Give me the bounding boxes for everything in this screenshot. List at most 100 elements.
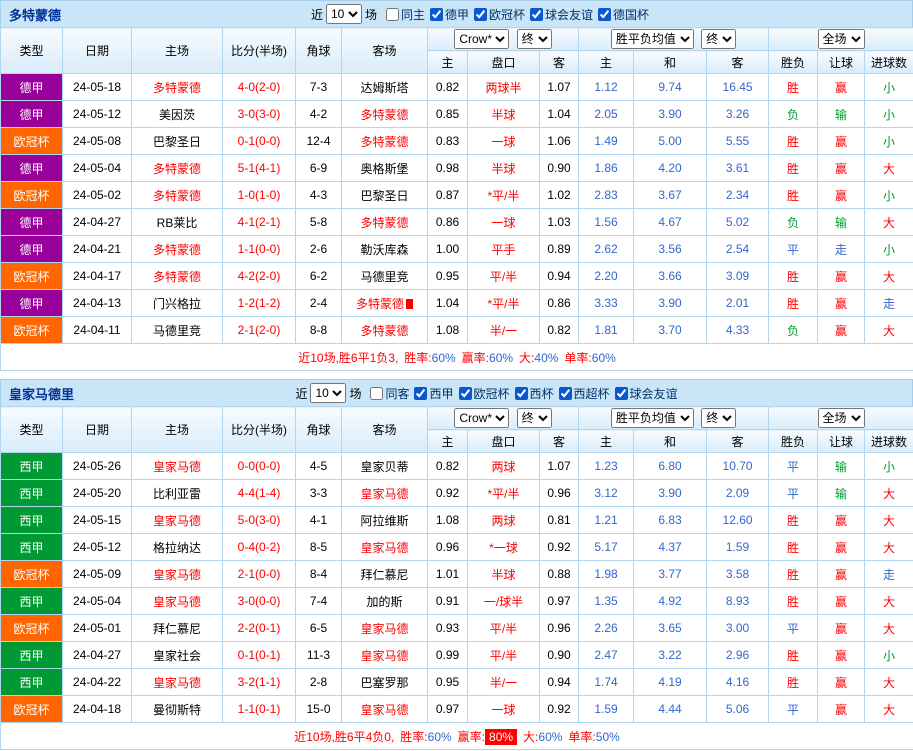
- home-team-text: 多特蒙德: [153, 243, 201, 257]
- avg-away: 4.33: [707, 317, 769, 344]
- summary-stat-label: 赢率:: [458, 730, 485, 744]
- result-wdl: 平: [769, 480, 818, 507]
- match-score-text: 1-1(0-0): [238, 242, 281, 256]
- filter-option[interactable]: 欧冠杯: [459, 385, 510, 402]
- filter-option[interactable]: 同主: [386, 6, 425, 23]
- league-badge-text: 德甲: [19, 297, 43, 311]
- result-wdl: 负: [769, 317, 818, 344]
- filter-checkbox[interactable]: [386, 8, 399, 21]
- league-badge: 西甲: [1, 507, 63, 534]
- summary-cell: 近10场,胜6平4负0,胜率:60%赢率:80%大:60%单率:50%: [1, 723, 913, 750]
- filter-checkbox[interactable]: [430, 8, 443, 21]
- scope-select[interactable]: 全场: [818, 29, 865, 49]
- result-goals-text: 大: [883, 541, 895, 555]
- odds-state-select[interactable]: 终: [517, 29, 552, 49]
- avg-state-select[interactable]: 终: [701, 29, 736, 49]
- filter-checkbox[interactable]: [414, 387, 427, 400]
- avg-away: 4.16: [707, 669, 769, 696]
- avg-draw: 4.67: [634, 209, 707, 236]
- filter-checkbox[interactable]: [615, 387, 628, 400]
- result-wdl-text: 胜: [787, 514, 799, 528]
- corner-count: 6-5: [296, 615, 342, 642]
- league-badge-text: 西甲: [19, 541, 43, 555]
- avg-home-text: 3.33: [594, 296, 617, 310]
- result-handicap-text: 赢: [835, 568, 847, 582]
- col-date: 日期: [63, 407, 132, 453]
- odds-away: 0.92: [540, 696, 579, 723]
- league-badge-text: 欧冠杯: [13, 568, 49, 582]
- games-count-select[interactable]: 10: [310, 383, 346, 403]
- result-handicap: 赢: [818, 561, 865, 588]
- filter-option[interactable]: 德甲: [430, 6, 469, 23]
- away-team: 多特蒙德: [342, 317, 428, 344]
- handicap-line: *平/半: [468, 480, 540, 507]
- filter-checkbox[interactable]: [530, 8, 543, 21]
- match-score: 3-2(1-1): [223, 669, 296, 696]
- match-date-text: 24-04-13: [73, 296, 121, 310]
- summary-stat-label: 大:: [523, 730, 538, 744]
- bookmaker-select[interactable]: Crow*: [454, 29, 509, 49]
- odds-state-select[interactable]: 终: [517, 408, 552, 428]
- filter-checkbox[interactable]: [474, 8, 487, 21]
- avg-home: 2.20: [579, 263, 634, 290]
- avg-away-text: 2.01: [726, 296, 749, 310]
- result-handicap-text: 输: [835, 108, 847, 122]
- home-team-text: 皇家马德: [153, 514, 201, 528]
- odds-home-text: 1.01: [436, 567, 459, 581]
- away-team-text: 皇家马德: [360, 649, 408, 663]
- filter-checkbox[interactable]: [515, 387, 528, 400]
- home-team: 曼彻斯特: [132, 696, 223, 723]
- filter-checkbox[interactable]: [559, 387, 572, 400]
- filter-checkbox[interactable]: [370, 387, 383, 400]
- match-score-text: 0-1(0-0): [238, 134, 281, 148]
- filter-option[interactable]: 球会友谊: [615, 385, 678, 402]
- avg-draw-text: 5.00: [658, 134, 681, 148]
- filter-option[interactable]: 德国杯: [598, 6, 649, 23]
- bookmaker-select[interactable]: Crow*: [454, 408, 509, 428]
- avg-type-select[interactable]: 胜平负均值: [611, 29, 694, 49]
- handicap-line-text: *平/半: [487, 297, 519, 311]
- filter-option[interactable]: 西甲: [414, 385, 453, 402]
- avg-home-text: 1.35: [594, 594, 617, 608]
- result-handicap-text: 赢: [835, 541, 847, 555]
- handicap-line: *平/半: [468, 290, 540, 317]
- avg-away: 16.45: [707, 74, 769, 101]
- corner-count: 3-3: [296, 480, 342, 507]
- scope-select[interactable]: 全场: [818, 408, 865, 428]
- avg-draw-text: 3.90: [658, 486, 681, 500]
- avg-home: 1.56: [579, 209, 634, 236]
- avg-state-select[interactable]: 终: [701, 408, 736, 428]
- odds-away: 0.90: [540, 155, 579, 182]
- result-handicap: 赢: [818, 74, 865, 101]
- avg-home-text: 1.59: [594, 702, 617, 716]
- filter-option[interactable]: 同客: [370, 385, 409, 402]
- filter-option[interactable]: 欧冠杯: [474, 6, 525, 23]
- result-goals-text: 走: [883, 297, 895, 311]
- home-team-text: 拜仁慕尼: [153, 622, 201, 636]
- match-date: 24-05-09: [63, 561, 132, 588]
- corner-count-text: 2-4: [310, 296, 327, 310]
- result-wdl-text: 胜: [787, 270, 799, 284]
- match-date: 24-05-08: [63, 128, 132, 155]
- home-team: 拜仁慕尼: [132, 615, 223, 642]
- near-label: 近: [311, 6, 323, 23]
- summary-row: 近10场,胜6平1负3,胜率:60%赢率:60%大:40%单率:60%: [1, 344, 913, 371]
- handicap-line-text: 半球: [491, 108, 515, 122]
- filter-option[interactable]: 球会友谊: [530, 6, 593, 23]
- match-score: 5-1(4-1): [223, 155, 296, 182]
- home-team: 门兴格拉: [132, 290, 223, 317]
- avg-type-select[interactable]: 胜平负均值: [611, 408, 694, 428]
- filter-checkbox-label: 德甲: [445, 6, 469, 23]
- filter-option[interactable]: 西杯: [515, 385, 554, 402]
- summary-stat-value: 60%: [489, 351, 513, 365]
- match-score-text: 0-0(0-0): [238, 459, 281, 473]
- match-row: 西甲24-04-22皇家马德3-2(1-1)2-8巴塞罗那0.95半/一0.94…: [1, 669, 913, 696]
- avg-draw-text: 4.44: [658, 702, 681, 716]
- filter-option[interactable]: 西超杯: [559, 385, 610, 402]
- odds-home-text: 0.87: [436, 188, 459, 202]
- games-count-select[interactable]: 10: [326, 4, 362, 24]
- handicap-line-text: 两球半: [485, 81, 521, 95]
- result-goals-text: 大: [883, 676, 895, 690]
- filter-checkbox[interactable]: [598, 8, 611, 21]
- filter-checkbox[interactable]: [459, 387, 472, 400]
